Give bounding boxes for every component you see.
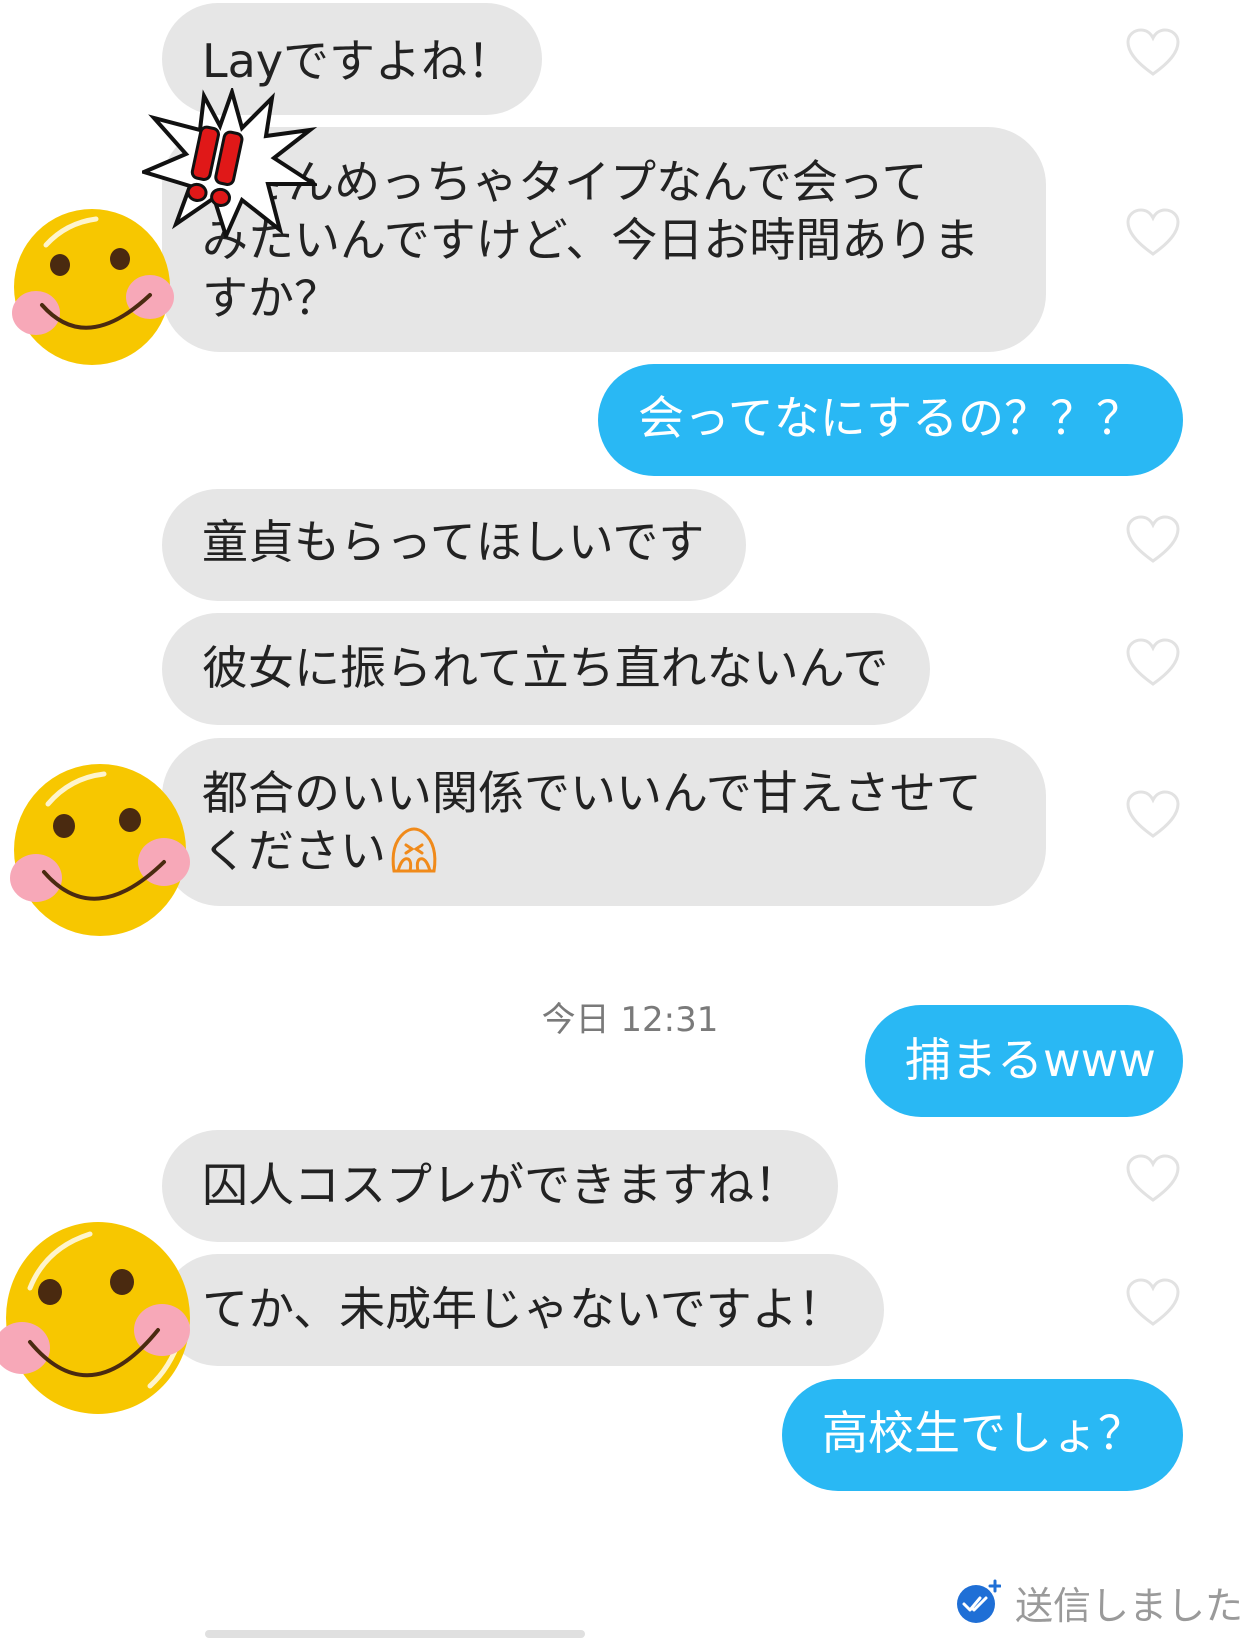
smiley-avatar: [4, 760, 190, 940]
message-line: ください: [202, 822, 1046, 880]
message-text: 捕まるwww: [905, 1033, 1156, 1087]
heart-icon[interactable]: [1125, 515, 1181, 565]
heart-icon[interactable]: [1125, 638, 1181, 688]
incoming-message[interactable]: 都合のいい関係でいいんで甘えさせて ください: [162, 738, 1046, 906]
heart-icon[interactable]: [1125, 208, 1181, 258]
message-line: みたいんですけど、今日お時間ありま: [202, 213, 980, 267]
sent-status: 送信しました: [955, 1572, 1243, 1632]
incoming-message[interactable]: てか、未成年じゃないですよ！: [162, 1254, 884, 1366]
outgoing-message[interactable]: 高校生でしょ？: [782, 1379, 1183, 1491]
smiley-avatar: [0, 1218, 196, 1418]
outgoing-message[interactable]: 会ってなにするの？？？: [598, 364, 1183, 476]
heart-icon[interactable]: [1125, 790, 1181, 840]
heart-icon[interactable]: [1125, 28, 1181, 78]
outgoing-message[interactable]: 捕まるwww: [865, 1005, 1183, 1117]
message-line: すか？: [202, 271, 340, 325]
smiley-avatar: [6, 205, 174, 367]
message-text: てか、未成年じゃないですよ！: [202, 1282, 844, 1336]
sent-label: 送信しました: [1015, 1583, 1244, 1628]
message-text: 高校生でしょ？: [822, 1406, 1144, 1460]
message-line: 都合のいい関係でいいんで甘えさせて: [202, 766, 982, 820]
message-text: 彼女に振られて立ち直れないんで: [202, 641, 889, 695]
covering-face-emoji: [386, 823, 442, 875]
message-text: 童貞もらってほしいです: [202, 515, 705, 569]
incoming-message[interactable]: 童貞もらってほしいです: [162, 489, 746, 601]
message-text: Layですよね！: [202, 34, 514, 88]
timestamp-day: 今日: [541, 1000, 610, 1040]
composer-edge: [205, 1630, 585, 1638]
incoming-message[interactable]: 囚人コスプレができますね！: [162, 1130, 838, 1242]
message-text: ください: [202, 824, 386, 878]
message-line: ○さんめっちゃタイプなんで会って: [202, 155, 928, 209]
heart-icon[interactable]: [1125, 1154, 1181, 1204]
timestamp-time: 12:31: [620, 1000, 719, 1040]
incoming-message[interactable]: 彼女に振られて立ち直れないんで: [162, 613, 930, 725]
heart-icon[interactable]: [1125, 1278, 1181, 1328]
double-check-icon: [955, 1579, 1001, 1625]
message-text: 会ってなにするの？？？: [638, 391, 1143, 445]
message-text: 囚人コスプレができますね！: [202, 1158, 800, 1212]
